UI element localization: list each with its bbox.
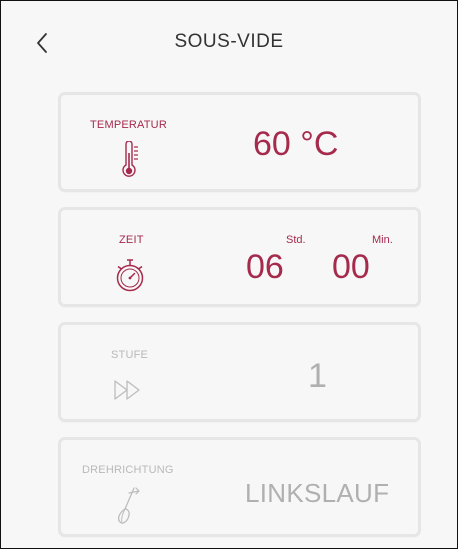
hours-unit: Std.: [286, 234, 306, 246]
temperature-label: TEMPERATUR: [90, 119, 167, 131]
stopwatch-icon: [115, 257, 145, 298]
header: SOUS-VIDE: [1, 1, 457, 75]
time-label: ZEIT: [119, 234, 144, 246]
hours-value[interactable]: 06: [246, 248, 284, 287]
time-card[interactable]: ZEIT 06 Std. 00 Min.: [58, 207, 421, 307]
direction-label: DREHRICHTUNG: [82, 464, 174, 476]
minutes-unit: Min.: [372, 234, 393, 246]
level-value: 1: [308, 357, 327, 395]
whisk-icon: [113, 485, 143, 530]
fast-forward-icon: [113, 379, 147, 406]
temperature-card[interactable]: TEMPERATUR 60 °C: [58, 92, 421, 192]
temperature-value: 60 °C: [253, 125, 339, 163]
direction-card[interactable]: DREHRICHTUNG LINKSLAUF: [58, 437, 421, 537]
level-label: STUFE: [111, 349, 149, 361]
thermometer-icon: [121, 140, 139, 186]
minutes-value[interactable]: 00: [332, 248, 370, 287]
page-title: SOUS-VIDE: [174, 31, 284, 52]
direction-value: LINKSLAUF: [245, 478, 390, 508]
sous-vide-screen: SOUS-VIDE TEMPERATUR 60 °C ZEIT 06 Std. …: [0, 0, 458, 549]
level-card[interactable]: STUFE 1: [58, 322, 421, 422]
